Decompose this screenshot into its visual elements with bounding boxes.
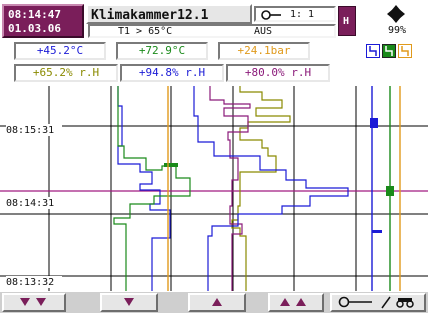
- search-button[interactable]: [330, 293, 426, 312]
- scroll-down-fast-button[interactable]: [2, 293, 66, 312]
- value-text-2: +72.9°C: [138, 44, 186, 57]
- limit-status: T1 > 65°C AUS: [88, 24, 336, 38]
- group-title: Klimakammer12.1: [91, 8, 209, 23]
- key-search-icon: [338, 296, 414, 309]
- clock-date: 01.03.06: [8, 22, 61, 35]
- blue-level-marker: [370, 118, 378, 128]
- scroll-up-button[interactable]: [188, 293, 246, 312]
- key-icon: [261, 10, 281, 20]
- channel-label: 1: 1: [290, 9, 315, 20]
- value-display-1: +45.2°C: [14, 42, 106, 60]
- clock-panel: 08:14:47 01.03.06: [2, 4, 84, 38]
- value-display-3: +24.1bar: [218, 42, 310, 60]
- mode-badge[interactable]: H: [338, 6, 356, 36]
- value-text-1: +45.2°C: [36, 44, 84, 57]
- scroll-down-icon: [124, 298, 134, 306]
- limit-condition: T1 > 65°C: [118, 26, 173, 37]
- trend-chart[interactable]: 08:15:31 08:14:31 08:13:32: [0, 86, 428, 291]
- blue-tick-marker: [372, 230, 382, 233]
- legend-orange-icon: [398, 44, 412, 58]
- value-text-5: +94.8% r.H: [138, 66, 206, 79]
- value-text-3: +24.1bar: [237, 44, 291, 57]
- green-marker: [164, 163, 178, 167]
- value-text-4: +65.2% r.H: [32, 66, 100, 79]
- value-display-5: +94.8% r.H: [120, 64, 224, 82]
- title-panel[interactable]: Klimakammer12.1: [86, 4, 252, 24]
- disk-nav-icon: [387, 5, 405, 23]
- channel-indicator: 1: 1: [254, 6, 336, 22]
- scroll-down-fast-icon: [20, 298, 46, 306]
- value-text-6: +80.0% r.H: [244, 66, 312, 79]
- scroll-up-fast-button[interactable]: [268, 293, 324, 312]
- limit-state: AUS: [254, 26, 273, 37]
- trend-chart-svg: 08:15:31 08:14:31 08:13:32: [0, 86, 428, 291]
- memory-indicator[interactable]: 99%: [362, 4, 422, 38]
- time-label-3: 08:13:32: [6, 277, 54, 288]
- mode-badge-label: H: [343, 16, 350, 27]
- value-display-4: +65.2% r.H: [14, 64, 118, 82]
- value-display-6: +80.0% r.H: [226, 64, 330, 82]
- memory-percent: 99%: [388, 25, 407, 36]
- value-display-2: +72.9°C: [116, 42, 208, 60]
- legend-green-icon: [382, 44, 396, 58]
- bottom-toolbar: [0, 292, 428, 313]
- scroll-down-button[interactable]: [100, 293, 158, 312]
- scroll-up-icon: [212, 298, 222, 306]
- clock-time: 08:14:47: [8, 8, 61, 21]
- scroll-up-fast-icon: [280, 298, 306, 306]
- green-level-marker: [386, 186, 394, 196]
- recorder-screen: 08:14:47 01.03.06 Klimakammer12.1 1: 1 T…: [0, 0, 428, 313]
- legend-blue-icon: [366, 44, 380, 58]
- time-label-1: 08:15:31: [6, 125, 54, 136]
- time-label-2: 08:14:31: [6, 198, 54, 209]
